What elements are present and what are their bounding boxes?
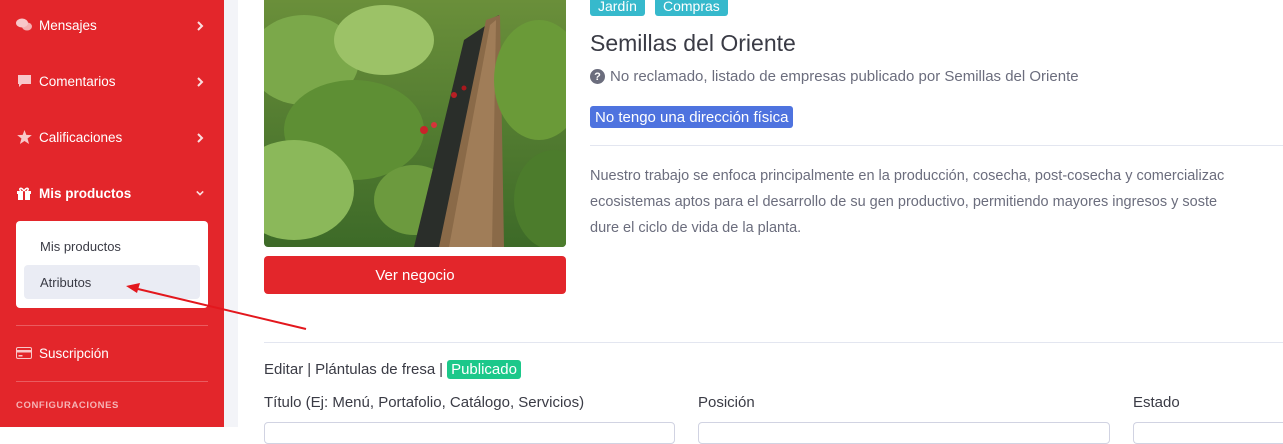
category-tag[interactable]: Compras <box>655 0 728 16</box>
submenu-item-mis-productos[interactable]: Mis productos <box>24 229 200 263</box>
sidebar-heading: CONFIGURACIONES <box>16 400 119 411</box>
listing-photo <box>264 0 566 247</box>
title-input[interactable] <box>264 422 675 444</box>
sidebar-item-label: Calificaciones <box>39 129 123 145</box>
divider <box>264 342 1283 343</box>
description-line: Nuestro trabajo se enfoca principalmente… <box>590 168 1225 184</box>
sidebar-item-label: Comentarios <box>39 73 116 89</box>
status-field-label: Estado <box>1133 394 1180 411</box>
sidebar-divider <box>16 381 208 382</box>
status-select[interactable] <box>1133 422 1283 444</box>
product-name: Plántulas de fresa <box>315 361 436 378</box>
question-circle-icon: ? <box>590 69 605 84</box>
sidebar-item-suscripcion[interactable]: Suscripción <box>0 333 224 373</box>
divider <box>590 145 1283 146</box>
sidebar-item-mensajes[interactable]: Mensajes <box>0 5 224 45</box>
status-badge: Publicado <box>447 360 521 379</box>
content-gutter <box>224 0 238 427</box>
separator: | <box>307 361 312 378</box>
product-edit-line: Editar | Plántulas de fresa | Publicado <box>264 360 521 379</box>
address-badge: No tengo una dirección física <box>590 106 794 128</box>
edit-link[interactable]: Editar <box>264 361 303 378</box>
listing-status-text: No reclamado, listado de empresas public… <box>610 68 1079 85</box>
listing-status: ? No reclamado, listado de empresas publ… <box>590 68 1079 85</box>
chevron-right-icon <box>196 21 204 31</box>
business-title: Semillas del Oriente <box>590 30 796 56</box>
chevron-right-icon <box>196 133 204 143</box>
submenu-item-atributos[interactable]: Atributos <box>24 265 200 299</box>
star-icon <box>16 130 32 144</box>
position-input[interactable] <box>698 422 1110 444</box>
sidebar-item-label: Suscripción <box>39 345 109 361</box>
credit-card-icon <box>16 346 32 360</box>
description-line: dure el ciclo de vida de la planta. <box>590 220 802 236</box>
sidebar-item-label: Mis productos <box>39 185 132 201</box>
description-line: ecosistemas aptos para el desarrollo de … <box>590 194 1218 210</box>
separator: | <box>439 361 444 378</box>
sidebar-item-comentarios[interactable]: Comentarios <box>0 61 224 101</box>
sidebar-item-calificaciones[interactable]: Calificaciones <box>0 117 224 157</box>
category-tag[interactable]: Jardín <box>590 0 645 16</box>
comments-icon <box>16 18 32 32</box>
position-field-label: Posición <box>698 394 755 411</box>
sidebar-item-label: Mensajes <box>39 17 97 33</box>
sidebar-divider <box>16 325 208 326</box>
chevron-right-icon <box>196 77 204 87</box>
comment-icon <box>16 74 32 88</box>
gift-icon <box>16 186 32 200</box>
chevron-down-icon <box>196 189 204 197</box>
view-business-button[interactable]: Ver negocio <box>264 256 566 294</box>
sidebar: Mensajes Comentarios Calificaciones Mis … <box>0 0 224 427</box>
submenu-mis-productos: Mis productos Atributos <box>16 221 208 308</box>
title-field-label: Título (Ej: Menú, Portafolio, Catálogo, … <box>264 394 585 411</box>
sidebar-item-mis-productos[interactable]: Mis productos <box>0 173 224 213</box>
business-description: Nuestro trabajo se enfoca principalmente… <box>590 163 1283 241</box>
